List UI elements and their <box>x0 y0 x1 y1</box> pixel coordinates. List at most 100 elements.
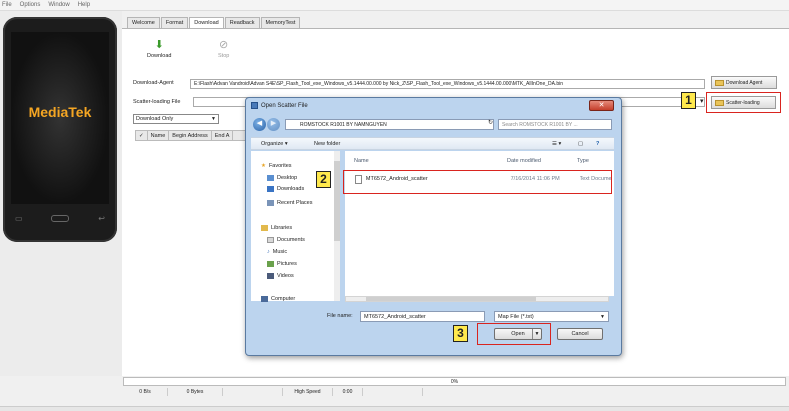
callout-box-1 <box>706 92 781 113</box>
tab-format[interactable]: Format <box>160 17 189 28</box>
bottom-border <box>0 406 789 411</box>
tab-bar: Welcome Format Download Readback MemoryT… <box>127 17 301 28</box>
downloads-folder-icon <box>267 186 274 192</box>
progress-bar: 0% <box>123 377 786 386</box>
home-key-icon <box>51 214 70 222</box>
nav-favorites[interactable]: ★ Favorites <box>261 163 292 169</box>
forward-icon[interactable]: ▶ <box>267 118 280 131</box>
tab-welcome[interactable]: Welcome <box>127 17 160 28</box>
phone-screen: MediaTek <box>11 32 109 204</box>
back-icon[interactable]: ◀ <box>253 118 266 131</box>
help-icon[interactable]: ? <box>596 141 599 147</box>
status-blank-2 <box>363 388 423 396</box>
nav-documents-label: Documents <box>277 237 305 243</box>
dialog-toolbar: Organize ▾ New folder ☰ ▾ ▢ ? <box>251 137 614 150</box>
callout-number-1: 1 <box>681 92 696 109</box>
address-bar[interactable]: ROMSTOCK R1001 BY NAMNGUYEN <box>285 119 494 130</box>
nav-pictures-label: Pictures <box>277 261 297 267</box>
search-input[interactable]: Search ROMSTOCK R1001 BY ... <box>498 119 612 130</box>
col-header-type[interactable]: Type <box>577 158 589 164</box>
download-agent-path[interactable]: E:\Flash\Advan Vandroid\Advan S4E\SP_Fla… <box>190 79 705 89</box>
cancel-button[interactable]: Cancel <box>557 328 603 340</box>
file-type-select[interactable]: Map File (*.txt) <box>494 311 609 322</box>
back-key-icon: ↩ <box>98 213 105 223</box>
menu-options[interactable]: Options <box>20 2 41 8</box>
status-usb-speed: High Speed <box>283 388 333 396</box>
status-time: 0:00 <box>333 388 363 396</box>
nav-downloads[interactable]: Downloads <box>267 186 304 192</box>
nav-videos-label: Videos <box>277 273 294 279</box>
music-icon: ♪ <box>267 249 270 255</box>
stop-icon: ⊘ <box>219 39 229 51</box>
nav-videos[interactable]: Videos <box>267 273 294 279</box>
callout-number-2: 2 <box>316 171 331 188</box>
download-arrow-icon: ⬇ <box>154 39 164 51</box>
dialog-title-bar: Open Scatter File <box>251 102 308 109</box>
status-blank-1 <box>223 388 283 396</box>
nav-scrollbar[interactable] <box>334 151 340 301</box>
nav-libraries-label: Libraries <box>271 225 293 231</box>
dialog-title: Open Scatter File <box>261 102 308 109</box>
col-header-date[interactable]: Date modified <box>507 158 541 164</box>
desktop-icon <box>267 175 274 181</box>
menu-file[interactable]: File <box>2 2 12 8</box>
nav-music-label: Music <box>272 249 288 255</box>
nav-pictures[interactable]: Pictures <box>267 261 297 267</box>
menu-bar: File Options Window Help <box>0 0 789 11</box>
download-button[interactable]: ⬇ Download <box>147 38 171 59</box>
nav-desktop-label: Desktop <box>277 175 298 181</box>
tab-readback[interactable]: Readback <box>224 17 260 28</box>
status-speed: 0 B/s <box>123 388 168 396</box>
file-list-scrollbar[interactable] <box>345 296 609 302</box>
view-options-icon[interactable]: ☰ ▾ <box>552 141 561 147</box>
nav-scroll-thumb[interactable] <box>334 161 340 241</box>
scatter-file-label: Scatter-loading File <box>133 99 181 105</box>
file-list-scroll-thumb[interactable] <box>366 297 536 301</box>
stop-label: Stop <box>218 53 230 59</box>
pictures-icon <box>267 261 274 267</box>
dialog-close-button[interactable]: ✕ <box>589 100 614 111</box>
star-icon: ★ <box>261 163 266 169</box>
menu-key-icon: ▭ <box>15 213 23 223</box>
nav-recent-places[interactable]: Recent Places <box>267 200 312 206</box>
new-folder-button[interactable]: New folder <box>314 141 340 147</box>
libraries-icon <box>261 225 268 231</box>
address-path: ROMSTOCK R1001 BY NAMNGUYEN <box>300 122 387 128</box>
status-bar: 0 B/s 0 Bytes High Speed 0:00 <box>123 388 423 396</box>
file-name-input[interactable]: MT6572_Android_scatter <box>360 311 485 322</box>
nav-computer[interactable]: Computer <box>261 296 295 302</box>
stop-button[interactable]: ⊘ Stop <box>218 38 229 59</box>
col-header-name[interactable]: Name <box>354 158 369 164</box>
tab-download[interactable]: Download <box>189 17 224 28</box>
videos-icon <box>267 273 274 279</box>
phone-image: MediaTek ▭ ↩ <box>3 17 117 242</box>
scatter-dropdown-icon[interactable]: ▾ <box>700 97 704 105</box>
nav-documents[interactable]: Documents <box>267 237 305 243</box>
documents-icon <box>267 237 274 243</box>
nav-desktop[interactable]: Desktop <box>267 175 297 181</box>
organize-menu[interactable]: Organize ▾ <box>261 141 288 147</box>
nav-computer-label: Computer <box>271 296 296 302</box>
nav-recent-label: Recent Places <box>277 200 313 206</box>
nav-music[interactable]: ♪ Music <box>267 249 287 255</box>
nav-libraries[interactable]: Libraries <box>261 225 292 231</box>
col-check[interactable]: ✓ <box>136 131 148 140</box>
callout-box-2 <box>343 170 612 194</box>
status-bytes: 0 Bytes <box>168 388 223 396</box>
callout-box-3 <box>477 323 551 345</box>
menu-window[interactable]: Window <box>48 2 69 8</box>
computer-icon <box>261 296 268 302</box>
nav-favorites-label: Favorites <box>268 163 292 169</box>
phone-keys: ▭ ↩ <box>15 212 105 224</box>
refresh-icon[interactable]: ↻ <box>488 119 493 126</box>
download-agent-button-label: Download Agent <box>726 79 763 86</box>
col-begin-address: Begin Address <box>169 131 212 140</box>
menu-help[interactable]: Help <box>78 2 90 8</box>
download-agent-label: Download-Agent <box>133 80 174 86</box>
download-agent-button[interactable]: Download Agent <box>711 76 777 89</box>
callout-number-3: 3 <box>453 325 468 342</box>
preview-pane-icon[interactable]: ▢ <box>578 141 583 147</box>
download-mode-select[interactable]: Download Only <box>133 114 219 124</box>
tab-memorytest[interactable]: MemoryTest <box>260 17 301 28</box>
file-name-label: File name: <box>327 313 353 319</box>
